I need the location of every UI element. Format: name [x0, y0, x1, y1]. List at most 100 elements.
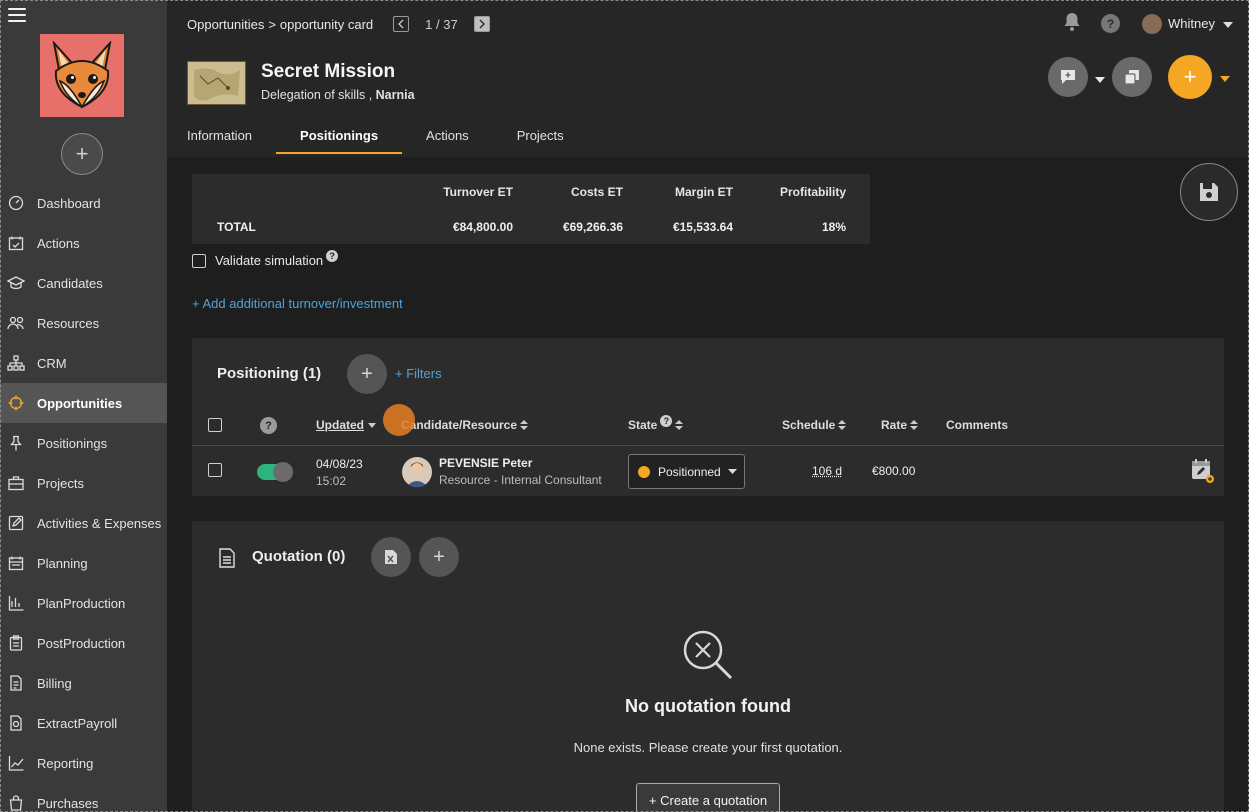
totals-header-profitability: Profitability	[780, 185, 846, 199]
page-header: Opportunities > opportunity card 1 / 37 …	[167, 0, 1249, 157]
create-menu-chevron-down-icon[interactable]	[1220, 76, 1230, 82]
sidebar-item-extractpayroll[interactable]: ExtractPayroll	[0, 703, 167, 743]
line-chart-icon	[6, 753, 26, 773]
sidebar-add-button[interactable]: +	[61, 133, 103, 175]
opportunity-title: Secret Mission	[261, 61, 395, 83]
clipboard-icon	[6, 633, 26, 653]
positioning-title: Positioning (1)	[217, 365, 321, 382]
breadcrumb-root-link[interactable]: Opportunities	[187, 17, 264, 32]
resource-avatar[interactable]	[402, 457, 432, 487]
column-help-icon[interactable]: ?	[260, 417, 277, 434]
graduation-cap-icon	[6, 273, 26, 293]
sidebar-item-crm[interactable]: CRM	[0, 343, 167, 383]
help-icon[interactable]: ?	[1101, 14, 1120, 33]
column-candidate-resource[interactable]: Candidate/Resource	[401, 418, 528, 432]
tab-positionings[interactable]: Positionings	[300, 118, 378, 154]
previous-record-button[interactable]	[393, 16, 409, 32]
breadcrumb-separator: >	[268, 17, 276, 32]
export-excel-button[interactable]	[371, 537, 411, 577]
state-help-icon[interactable]: ?	[660, 415, 672, 427]
sidebar-item-billing[interactable]: Billing	[0, 663, 167, 703]
add-turnover-link[interactable]: + Add additional turnover/investment	[192, 296, 403, 311]
row-updated-date: 04/08/23	[316, 457, 363, 471]
totals-margin-value: €15,533.64	[673, 220, 733, 234]
sidebar-item-planning[interactable]: Planning	[0, 543, 167, 583]
create-quotation-button[interactable]: + Create a quotation	[636, 783, 780, 812]
pin-icon	[6, 433, 26, 453]
totals-header-margin: Margin ET	[675, 185, 733, 199]
sidebar-item-label: Billing	[37, 676, 72, 691]
column-schedule[interactable]: Schedule	[782, 418, 846, 432]
validate-simulation-checkbox[interactable]	[192, 254, 206, 268]
row-select-checkbox[interactable]	[208, 463, 222, 477]
users-icon	[6, 313, 26, 333]
totals-header-costs: Costs ET	[571, 185, 623, 199]
empty-state-text: None exists. Please create your first qu…	[192, 740, 1224, 755]
empty-state-title: No quotation found	[192, 696, 1224, 717]
validate-help-icon[interactable]: ?	[326, 250, 338, 262]
row-state-select[interactable]: Positionned	[628, 454, 745, 489]
user-menu-chevron-down-icon[interactable]	[1223, 16, 1233, 31]
sidebar-item-resources[interactable]: Resources	[0, 303, 167, 343]
next-record-button[interactable]	[474, 16, 490, 32]
add-positioning-button[interactable]: +	[347, 354, 387, 394]
sidebar-item-postproduction[interactable]: PostProduction	[0, 623, 167, 663]
comment-menu-chevron-down-icon[interactable]	[1095, 77, 1105, 83]
save-button[interactable]	[1180, 163, 1238, 221]
duplicate-button[interactable]	[1112, 57, 1152, 97]
notifications-bell-icon[interactable]	[1063, 12, 1081, 35]
header-user-area: ? Whitney	[1063, 12, 1233, 35]
column-rate[interactable]: Rate	[881, 418, 918, 432]
quotation-panel: Quotation (0) + No quotation found None …	[192, 521, 1224, 812]
header-divider	[192, 445, 1224, 446]
row-rate: €800.00	[872, 464, 915, 478]
crosshair-icon	[6, 393, 26, 413]
create-menu-button[interactable]: +	[1168, 55, 1212, 99]
quotation-title: Quotation (0)	[252, 548, 345, 565]
column-updated[interactable]: Updated	[316, 418, 376, 432]
user-avatar[interactable]	[1142, 14, 1162, 34]
filters-link[interactable]: + Filters	[395, 366, 442, 381]
row-active-toggle[interactable]	[257, 464, 291, 480]
validate-simulation-label: Validate simulation	[215, 253, 323, 268]
network-icon	[6, 353, 26, 373]
add-comment-button[interactable]	[1048, 57, 1088, 97]
sort-icon	[910, 420, 918, 430]
row-schedule-calendar-icon[interactable]	[1191, 458, 1215, 487]
chevron-right-icon	[478, 19, 486, 29]
sidebar-item-positionings[interactable]: Positionings	[0, 423, 167, 463]
sidebar-item-dashboard[interactable]: Dashboard	[0, 183, 167, 223]
sidebar-item-activities-expenses[interactable]: Activities & Expenses	[0, 503, 167, 543]
tab-projects[interactable]: Projects	[517, 118, 564, 154]
sidebar-item-planproduction[interactable]: PlanProduction	[0, 583, 167, 623]
sidebar-item-reporting[interactable]: Reporting	[0, 743, 167, 783]
add-quotation-button[interactable]: +	[419, 537, 459, 577]
row-schedule: 106 d	[812, 464, 842, 478]
tab-actions[interactable]: Actions	[426, 118, 469, 154]
user-name[interactable]: Whitney	[1168, 16, 1215, 31]
invoice-icon	[6, 673, 26, 693]
record-pager-count: 1 / 37	[425, 17, 458, 32]
positioning-panel: Positioning (1) + + Filters ? Updated Ca…	[192, 338, 1224, 496]
sidebar-item-label: Dashboard	[37, 196, 101, 211]
dashboard-icon	[6, 193, 26, 213]
column-state-label: State	[628, 418, 657, 432]
column-rate-label: Rate	[881, 418, 907, 432]
sidebar-item-purchases[interactable]: Purchases	[0, 783, 167, 812]
column-comments: Comments	[946, 418, 1008, 432]
sidebar-item-opportunities[interactable]: Opportunities	[0, 383, 167, 423]
floppy-disk-icon	[1198, 181, 1220, 203]
fox-logo-icon	[46, 41, 118, 111]
bar-chart-icon	[6, 593, 26, 613]
sidebar-item-candidates[interactable]: Candidates	[0, 263, 167, 303]
row-resource-name[interactable]: PEVENSIE Peter	[439, 456, 532, 470]
hamburger-menu-icon[interactable]	[8, 8, 26, 26]
sidebar-item-actions[interactable]: Actions	[0, 223, 167, 263]
sidebar-item-projects[interactable]: Projects	[0, 463, 167, 503]
select-all-checkbox[interactable]	[208, 418, 222, 432]
sidebar-nav: Dashboard Actions Candidates Resources C…	[0, 183, 167, 812]
copy-icon	[1123, 68, 1141, 86]
column-state[interactable]: State ?	[628, 418, 683, 432]
tab-information[interactable]: Information	[187, 118, 252, 154]
sidebar-item-label: Candidates	[37, 276, 103, 291]
